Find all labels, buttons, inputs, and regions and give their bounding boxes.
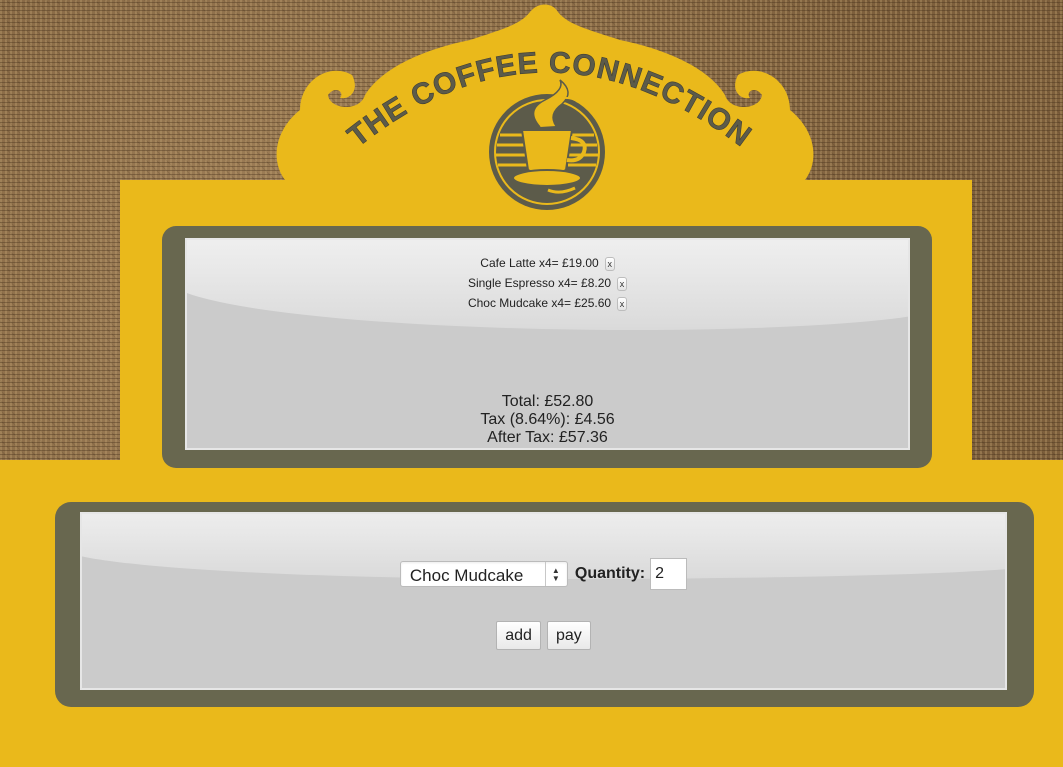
order-totals: Total: £52.80 Tax (8.64%): £4.56 After T… [185, 393, 910, 447]
controls-screen [80, 512, 1007, 690]
remove-item-button[interactable]: x [617, 296, 628, 311]
order-form: Choc Mudcake ▲ ▼ Quantity: 2 [80, 558, 1007, 592]
order-item-label: Choc Mudcake x4= £25.60 [467, 296, 612, 310]
form-buttons: add pay [80, 621, 1007, 650]
remove-item-button[interactable]: x [604, 256, 615, 271]
brand-logo-svg: THE COFFEE CONNECTION [341, 46, 757, 210]
product-select-value: Choc Mudcake [409, 566, 524, 585]
order-list: Cafe Latte x4= £19.00 x Single Espresso x… [185, 254, 910, 314]
list-item: Cafe Latte x4= £19.00 x [185, 254, 910, 274]
select-arrows-icon: ▲ ▼ [544, 562, 567, 586]
total-text: Total: £52.80 [501, 393, 594, 410]
list-item: Choc Mudcake x4= £25.60 x [185, 294, 910, 314]
product-select[interactable]: Choc Mudcake ▲ ▼ [399, 561, 568, 587]
list-item: Single Espresso x4= £8.20 x [185, 274, 910, 294]
remove-item-button[interactable]: x [617, 276, 628, 291]
order-item-label: Single Espresso x4= £8.20 [467, 276, 612, 290]
add-button[interactable]: add [496, 621, 541, 650]
tax-text: Tax (8.64%): £4.56 [480, 411, 615, 428]
brand-logo: THE COFFEE CONNECTION [0, 0, 1063, 230]
pay-button[interactable]: pay [546, 621, 591, 650]
quantity-input[interactable]: 2 [650, 558, 688, 590]
coffee-cup-logo-icon [489, 79, 605, 210]
after-tax-text: After Tax: £57.36 [487, 429, 608, 446]
order-item-label: Cafe Latte x4= £19.00 [480, 256, 599, 270]
quantity-label: Quantity: [574, 565, 646, 582]
